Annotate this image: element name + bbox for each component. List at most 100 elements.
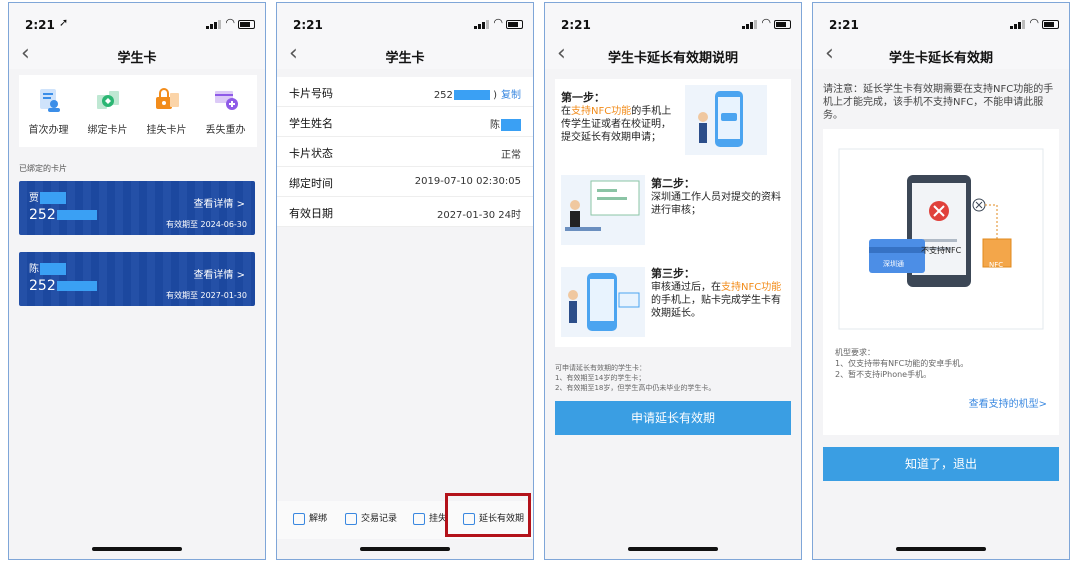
nav-bar: ‹ 学生卡 [277, 41, 533, 69]
nfc-unsupported-illustration [838, 148, 1044, 330]
menu-item-report-loss[interactable]: 挂失卡片 [137, 87, 196, 136]
req-line: 2、暂不支持iPhone手机。 [835, 370, 932, 379]
redaction-mask [56, 281, 97, 291]
service-menu: 首次办理 绑定卡片 挂失卡片 丢失重办 [19, 75, 257, 147]
wifi-icon: ◠ [225, 16, 235, 29]
tool-label: 交易记录 [361, 514, 398, 524]
phone-screen-nfc-unsupported: 2:21 ◠ ‹ 学生卡延长有效期 请注意：延长学生卡有效期需要在支持NFC功能… [812, 2, 1070, 560]
battery-icon [774, 20, 791, 29]
req-title: 机型要求： [835, 348, 875, 357]
unsupported-label: 不支持NFC [921, 246, 962, 255]
home-indicator [628, 547, 718, 551]
step-text: 审核通过后，在 [651, 282, 721, 293]
valid-date-value: 2027-01-30 24时 [436, 210, 521, 221]
step-text: 在 [561, 106, 571, 117]
apply-extend-button[interactable]: 申请延长有效期 [555, 401, 791, 435]
status-bar: 2:21 ➚ ◠ [9, 3, 265, 43]
view-details-link[interactable]: 查看详情 > [193, 195, 245, 210]
card-info-list: 卡片号码 252 ) 复制 学生姓名 陈 卡片状态 正常 绑定时间 2019-07… [277, 77, 533, 227]
report-loss-icon [152, 87, 182, 113]
info-row-valid-date: 有效日期 2027-01-30 24时 [277, 197, 533, 227]
signal-icon [742, 20, 757, 29]
status-bar: 2:21 ◠ [813, 3, 1069, 43]
wifi-icon: ◠ [493, 16, 503, 29]
step-2: 第二步： 深圳通工作人员对提交的资料进行审核； [651, 177, 785, 217]
step-text: 深圳通工作人员对提交的资料进行审核； [651, 192, 781, 216]
first-apply-icon [34, 87, 64, 113]
student-card-item[interactable]: 陈 252 查看详情 > 有效期至 2027-01-30 [19, 252, 255, 306]
page-title: 学生卡 [385, 51, 425, 66]
signal-icon [474, 20, 489, 29]
upload-illustration [685, 85, 767, 155]
supported-models-link[interactable]: 查看支持的机型> [969, 395, 1047, 410]
req-line: 1、仅支持带有NFC功能的安卓手机。 [835, 359, 969, 368]
status-bar: 2:21 ◠ [277, 3, 533, 43]
card-expiry: 有效期至 2027-01-30 [165, 291, 247, 300]
page-title: 学生卡 [117, 51, 157, 66]
info-label: 卡片号码 [289, 87, 333, 100]
menu-item-reissue[interactable]: 丢失重办 [196, 87, 255, 136]
status-time: 2:21 [293, 18, 323, 32]
steps-panel: 第一步： 在支持NFC功能的手机上传学生证或者在校证明，提交延长有效期申请； 第… [555, 79, 791, 347]
wifi-icon: ◠ [761, 16, 771, 29]
menu-item-first-apply[interactable]: 首次办理 [19, 87, 78, 136]
card-number: 252 [29, 278, 97, 294]
battery-icon [506, 20, 523, 29]
bind-time-value: 2019-07-10 02:30:05 [414, 176, 521, 187]
menu-label: 挂失卡片 [146, 125, 187, 136]
page-title: 学生卡延长有效期 [888, 51, 993, 66]
nfc-tag-label: NFC [989, 261, 1004, 269]
report-loss-button[interactable]: 挂失 [413, 511, 447, 525]
home-indicator [92, 547, 182, 551]
student-card-item[interactable]: 贾 252 查看详情 > 有效期至 2024-06-30 [19, 181, 255, 235]
student-name-value: 陈 [490, 116, 521, 131]
card-holder-name: 贾 [29, 189, 66, 204]
redaction-mask [40, 192, 66, 204]
eligibility-note: 可申请延长有效期的学生卡： 1、有效期至14岁的学生卡； 2、有效期至18岁，但… [555, 363, 715, 393]
nfc-info-panel: 不支持NFC 深圳通 NFC [823, 129, 1059, 435]
step-title: 第一步： [561, 91, 605, 104]
card-status-value: 正常 [501, 150, 521, 161]
bind-card-icon [93, 87, 123, 113]
step-highlight: 支持NFC功能 [721, 282, 782, 293]
card-label: 深圳通 [883, 260, 904, 268]
battery-icon [238, 20, 255, 29]
card-number-value: 252 ) 复制 [433, 90, 521, 101]
location-arrow-icon: ➚ [59, 16, 69, 29]
home-indicator [360, 547, 450, 551]
view-details-link[interactable]: 查看详情 > [193, 266, 245, 281]
phone-screen-card-details: 2:21 ◠ ‹ 学生卡 卡片号码 252 ) 复制 学生姓名 陈 卡片状态 正常… [276, 2, 534, 560]
home-indicator [896, 547, 986, 551]
page-title: 学生卡延长有效期说明 [607, 51, 738, 66]
info-label: 有效日期 [289, 207, 333, 220]
info-row-student-name: 学生姓名 陈 [277, 107, 533, 137]
card-holder-name: 陈 [29, 260, 66, 275]
unbind-icon [293, 512, 305, 525]
report-loss-icon [413, 512, 425, 525]
acknowledge-exit-button[interactable]: 知道了，退出 [823, 447, 1059, 481]
bound-cards-label: 已绑定的卡片 [19, 164, 67, 173]
info-row-bind-time: 绑定时间 2019-07-10 02:30:05 [277, 167, 533, 197]
copy-button[interactable]: 复制 [501, 90, 521, 101]
status-time: 2:21 [561, 18, 591, 32]
transaction-record-button[interactable]: 交易记录 [345, 511, 397, 525]
wifi-icon: ◠ [1029, 16, 1039, 29]
info-label: 绑定时间 [289, 177, 333, 190]
menu-label: 绑定卡片 [87, 125, 128, 136]
phone-screen-student-card-list: 2:21 ➚ ◠ ‹ 学生卡 首次办理 绑定卡片 挂失卡片 丢失重办 已绑定的卡… [8, 2, 266, 560]
info-label: 学生姓名 [289, 117, 333, 130]
step-3: 第三步： 审核通过后，在支持NFC功能的手机上，贴卡完成学生卡有效期延长。 [651, 267, 785, 320]
menu-label: 首次办理 [28, 125, 69, 136]
highlight-box [445, 493, 531, 537]
phone-screen-extend-instructions: 2:21 ◠ ‹ 学生卡延长有效期说明 第一步： 在支持NFC功能的手机上传学生… [544, 2, 802, 560]
status-time: 2:21 [25, 18, 55, 32]
step-title: 第二步： [651, 177, 695, 190]
status-time: 2:21 [829, 18, 859, 32]
signal-icon [206, 20, 221, 29]
signal-icon [1010, 20, 1025, 29]
info-row-card-status: 卡片状态 正常 [277, 137, 533, 167]
info-label: 卡片状态 [289, 147, 333, 160]
note-line: 1、有效期至14岁的学生卡； [555, 374, 646, 382]
menu-item-bind-card[interactable]: 绑定卡片 [78, 87, 137, 136]
unbind-button[interactable]: 解绑 [293, 511, 327, 525]
